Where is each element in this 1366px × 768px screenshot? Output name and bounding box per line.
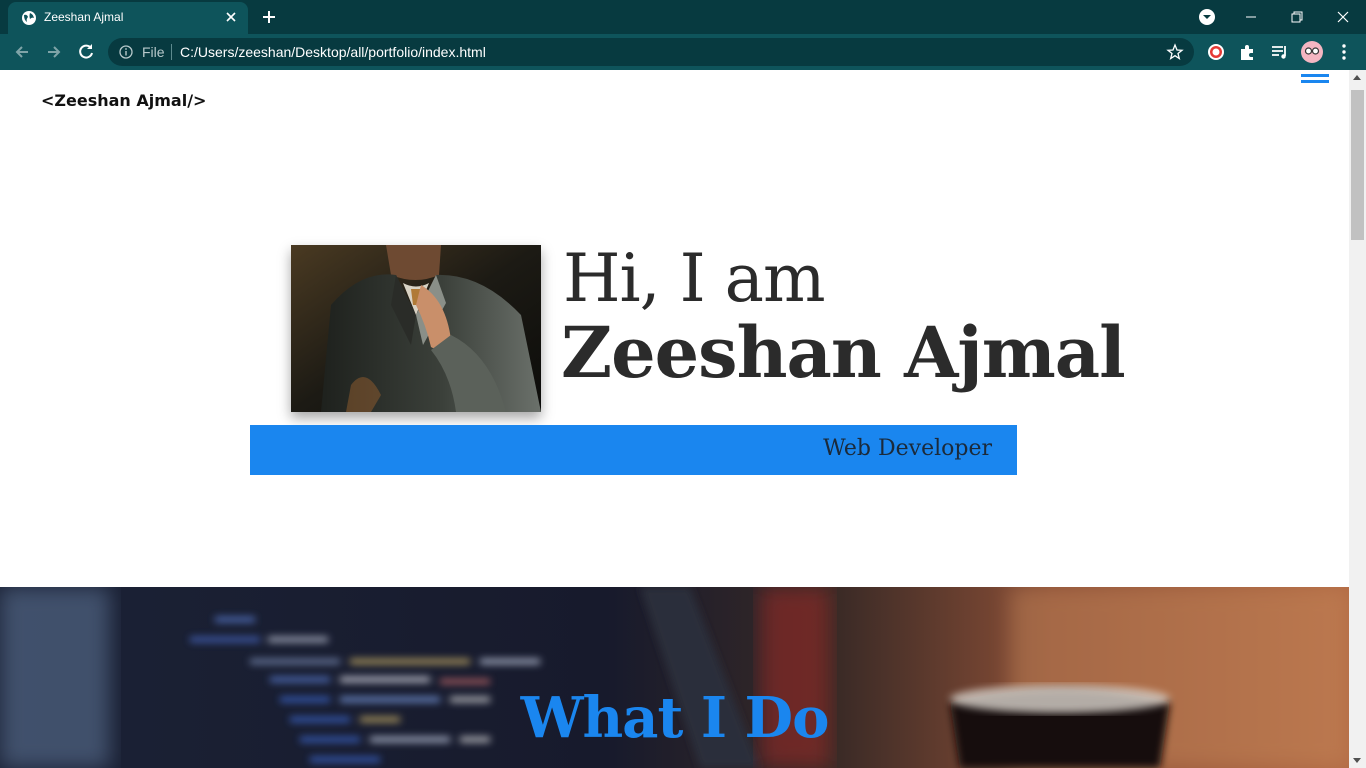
bookmark-star-icon[interactable] (1166, 43, 1184, 61)
restore-icon (1291, 11, 1303, 23)
kebab-menu-icon[interactable] (1334, 42, 1354, 62)
puzzle-icon[interactable] (1238, 42, 1258, 62)
address-bar[interactable]: File C:/Users/zeeshan/Desktop/all/portfo… (108, 38, 1194, 66)
tab-title: Zeeshan Ajmal (44, 10, 124, 24)
reload-icon[interactable] (76, 42, 96, 62)
man-in-suit-image (291, 245, 541, 412)
section-title: What I Do (520, 685, 830, 751)
new-tab-icon[interactable] (260, 8, 278, 26)
browser-tab[interactable]: Zeeshan Ajmal (8, 2, 248, 34)
omnibox-divider (171, 44, 172, 60)
scroll-down-icon[interactable] (1353, 758, 1361, 763)
minimize-icon (1246, 16, 1256, 18)
role-banner: Web Developer (250, 425, 1017, 475)
browser-toolbar: File C:/Users/zeeshan/Desktop/all/portfo… (0, 34, 1366, 70)
page-viewport: <Zeeshan Ajmal/> Hi, I am Zeeshan Ajmal … (0, 70, 1349, 768)
globe-icon (22, 11, 36, 25)
scheme-label: File (142, 44, 165, 60)
close-window-button[interactable] (1320, 0, 1366, 34)
profile-photo (291, 245, 541, 412)
what-i-do-section: What I Do (0, 587, 1349, 768)
scroll-up-icon[interactable] (1353, 75, 1361, 80)
url-text[interactable]: C:/Users/zeeshan/Desktop/all/portfolio/i… (180, 44, 486, 60)
hero-greeting: Hi, I am (563, 240, 826, 317)
hero-name: Zeeshan Ajmal (561, 311, 1126, 394)
minimize-button[interactable] (1228, 0, 1274, 34)
extension-record-icon[interactable] (1206, 42, 1226, 62)
site-logo[interactable]: <Zeeshan Ajmal/> (41, 91, 206, 110)
browser-tabstrip: Zeeshan Ajmal (0, 0, 1366, 34)
role-text: Web Developer (823, 436, 992, 461)
back-arrow-icon[interactable] (12, 42, 32, 62)
info-icon[interactable] (119, 45, 133, 59)
media-queue-icon[interactable] (1270, 42, 1290, 62)
restore-button[interactable] (1274, 0, 1320, 34)
forward-arrow-icon[interactable] (44, 42, 64, 62)
close-icon[interactable] (223, 9, 239, 25)
close-icon (1337, 11, 1349, 23)
hamburger-menu-icon[interactable] (1301, 74, 1329, 86)
scrollbar-thumb[interactable] (1351, 90, 1364, 240)
vertical-scrollbar[interactable] (1349, 70, 1366, 768)
avatar[interactable] (1301, 41, 1323, 63)
chevron-down-icon[interactable] (1198, 8, 1216, 26)
